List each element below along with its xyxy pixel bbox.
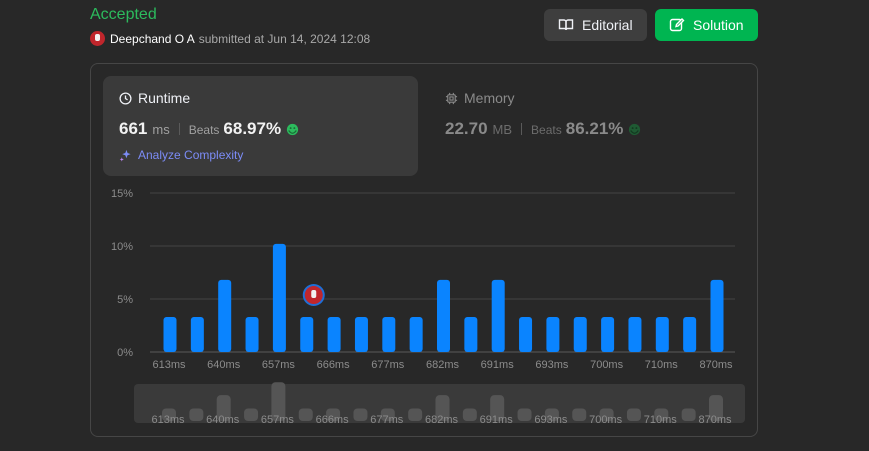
y-tick-label: 0% <box>117 347 133 359</box>
chart-bar[interactable] <box>190 317 204 352</box>
chart-bar[interactable] <box>327 317 341 352</box>
chart-bar[interactable] <box>628 317 642 352</box>
y-tick-label: 10% <box>111 241 133 253</box>
range-selector-bar <box>517 408 532 421</box>
chart-bar[interactable] <box>519 317 533 352</box>
range-selector-bar <box>408 408 423 421</box>
range-selector-bar <box>681 408 696 421</box>
range-selector-bar <box>572 408 587 421</box>
chart-bar[interactable] <box>546 317 560 352</box>
chart-bar[interactable] <box>437 279 450 352</box>
range-selector-bar <box>244 408 259 421</box>
chart-bar[interactable] <box>354 317 368 352</box>
range-selector-label: 693ms <box>534 414 568 426</box>
x-tick-label: 870ms <box>699 359 733 371</box>
range-selector-label: 710ms <box>644 414 678 426</box>
range-selector-label: 657ms <box>261 414 295 426</box>
range-selector-bar <box>298 408 313 421</box>
range-selector-bar <box>626 408 641 421</box>
chart-bar[interactable] <box>245 317 259 352</box>
range-selector-label: 613ms <box>151 414 185 426</box>
chart-bar[interactable] <box>218 279 232 352</box>
chart-bar[interactable] <box>655 317 669 352</box>
y-tick-label: 5% <box>117 294 133 306</box>
y-tick-label: 15% <box>111 188 133 200</box>
x-tick-label: 691ms <box>481 359 515 371</box>
chart-bar[interactable] <box>464 317 478 352</box>
range-selector-label: 640ms <box>206 414 240 426</box>
chart-bar[interactable] <box>409 317 423 352</box>
chart-bar[interactable] <box>710 279 724 352</box>
x-tick-label: 693ms <box>535 359 569 371</box>
user-avatar-marker-detail <box>311 290 317 299</box>
range-selector-label: 666ms <box>316 414 350 426</box>
runtime-distribution-chart: 0% 5% 10% 15% 613ms 640ms 657ms 666ms 677ms 682ms… <box>111 188 745 426</box>
chart-bar[interactable] <box>491 279 505 352</box>
x-tick-label: 666ms <box>317 359 351 371</box>
range-selector-bar <box>189 408 204 421</box>
range-selector-label: 677ms <box>370 414 404 426</box>
range-selector-label: 691ms <box>480 414 514 426</box>
x-tick-label: 700ms <box>590 359 624 371</box>
x-tick-label: 682ms <box>426 359 460 371</box>
range-selector-label: 682ms <box>425 414 459 426</box>
chart-bar[interactable] <box>382 317 396 352</box>
range-selector-label: 870ms <box>698 414 732 426</box>
chart-bar[interactable] <box>601 317 615 352</box>
chart-bar[interactable] <box>300 317 314 352</box>
x-tick-label: 640ms <box>207 359 241 371</box>
chart-bar[interactable] <box>683 317 697 352</box>
x-tick-label: 677ms <box>371 359 405 371</box>
chart-bar[interactable] <box>573 317 587 352</box>
chart-bar[interactable] <box>163 317 177 352</box>
range-selector-bar <box>462 408 477 421</box>
x-tick-label: 710ms <box>645 359 679 371</box>
x-tick-label: 613ms <box>152 359 186 371</box>
chart-bar[interactable] <box>272 243 286 352</box>
range-selector-bar <box>353 408 368 421</box>
x-tick-label: 657ms <box>262 359 296 371</box>
range-selector-label: 700ms <box>589 414 623 426</box>
